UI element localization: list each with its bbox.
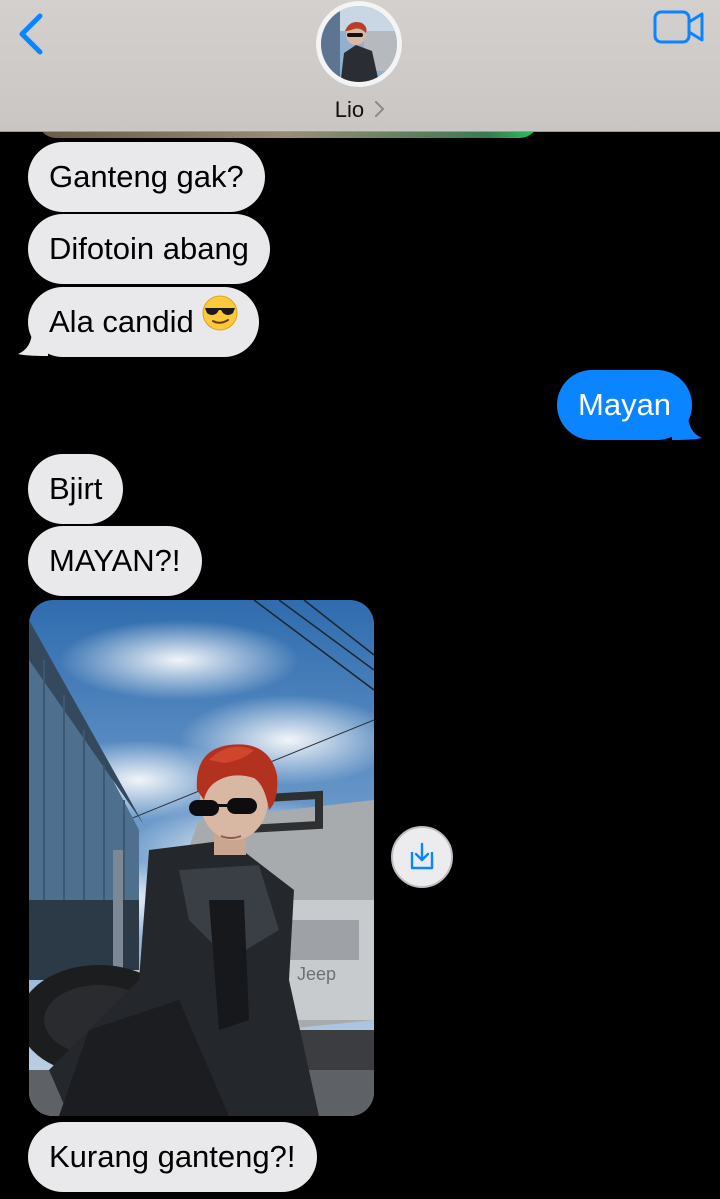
save-photo-button[interactable] [391, 826, 453, 888]
message-text: MAYAN?! [49, 543, 181, 578]
message-bubble-incoming[interactable]: MAYAN?! [28, 526, 202, 596]
video-camera-icon [653, 10, 704, 44]
message-bubble-outgoing[interactable]: Mayan [557, 370, 693, 440]
message-text: Difotoin abang [49, 231, 249, 266]
message-text: Bjirt [49, 471, 103, 506]
conversation-header: Lio [0, 0, 720, 132]
message-text: Ganteng gak? [49, 159, 244, 194]
messages-screen: Lio Ganteng gak? Difotoin abang Ala cand… [0, 0, 720, 1199]
message-bubble-incoming[interactable]: Ganteng gak? [28, 142, 265, 212]
message-text: Kurang ganteng?! [49, 1139, 296, 1174]
message-text: Mayan [578, 387, 672, 422]
chevron-left-icon [19, 13, 43, 55]
save-download-icon [410, 842, 434, 870]
back-button[interactable] [10, 8, 54, 60]
message-bubble-incoming[interactable]: Ala candid [28, 287, 259, 357]
contact-name-button[interactable]: Lio [0, 97, 720, 123]
message-bubble-incoming[interactable]: Bjirt [28, 454, 124, 524]
jeep-badge: Jeep [297, 964, 336, 984]
contact-name: Lio [334, 97, 365, 122]
contact-avatar[interactable] [316, 1, 402, 87]
smiling-face-with-sunglasses-icon [202, 286, 238, 356]
message-bubble-incoming[interactable]: Difotoin abang [28, 214, 270, 284]
chevron-right-icon [375, 101, 385, 117]
photo-attachment[interactable]: Jeep [29, 600, 374, 1116]
message-text: Ala candid [49, 304, 194, 339]
facetime-video-button[interactable] [652, 8, 706, 48]
message-bubble-incoming[interactable]: Kurang ganteng?! [28, 1122, 317, 1192]
